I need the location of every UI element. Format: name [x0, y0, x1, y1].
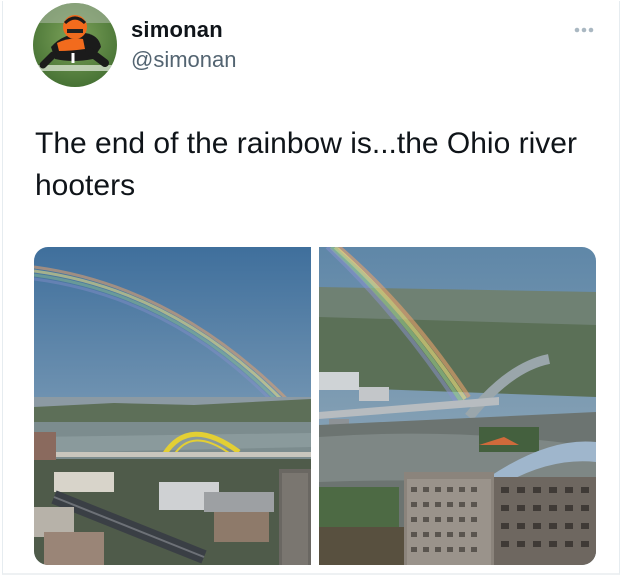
more-options-button[interactable] [569, 21, 599, 39]
rainbow-bridge-image [34, 247, 311, 565]
author-handle[interactable]: @simonan [131, 47, 237, 73]
rainbow-over-bridge-photo[interactable] [34, 247, 311, 565]
author-display-name[interactable]: simonan [131, 17, 223, 43]
author-avatar[interactable] [33, 3, 117, 87]
tweet-card: simonan @simonan The end of the rainbow … [2, 1, 620, 575]
tweet-text: The end of the rainbow is...the Ohio riv… [35, 127, 577, 202]
tweet-media-grid [34, 247, 596, 565]
football-player-avatar-icon [33, 3, 117, 87]
rainbow-river-city-image [319, 247, 596, 565]
more-dots-icon [574, 27, 594, 33]
rainbow-over-river-city-photo[interactable] [319, 247, 596, 565]
